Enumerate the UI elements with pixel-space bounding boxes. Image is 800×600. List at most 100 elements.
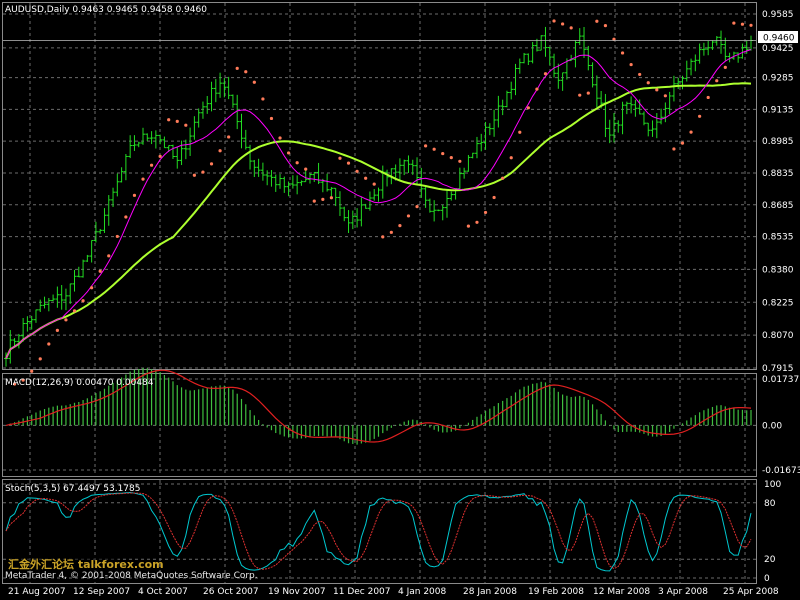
parabolic-sar-dot [38, 357, 42, 361]
parabolic-sar-dot [278, 136, 282, 140]
parabolic-sar-dot [398, 224, 402, 228]
parabolic-sar-dot [321, 197, 325, 201]
parabolic-sar-dot [218, 149, 222, 153]
parabolic-sar-dot [620, 51, 625, 55]
parabolic-sar-dot [304, 167, 308, 171]
parabolic-sar-dot [638, 72, 642, 77]
macd-tick-label: -0.01673 [762, 466, 800, 476]
parabolic-sar-dot [518, 130, 522, 134]
parabolic-sar-dot [389, 230, 393, 234]
parabolic-sar-dot [680, 141, 685, 145]
parabolic-sar-dot [209, 162, 214, 166]
parabolic-sar-dot [663, 94, 667, 98]
parabolic-sar-dot [338, 156, 342, 160]
date-tick-label: 4 Jan 2008 [398, 587, 446, 597]
parabolic-sar-dot [552, 19, 556, 23]
stoch-tick-label: 80 [764, 499, 776, 509]
parabolic-sar-dot [569, 26, 573, 30]
parabolic-sar-dot [149, 163, 154, 167]
parabolic-sar-dot [90, 286, 94, 290]
parabolic-sar-dot [732, 21, 736, 25]
parabolic-sar-dot [64, 318, 68, 322]
price-tick-label: 0.8070 [762, 331, 794, 341]
parabolic-sar-dot [492, 195, 496, 200]
price-tick-label: 0.8225 [762, 298, 794, 308]
parabolic-sar-dot [184, 123, 188, 127]
parabolic-sar-dot [603, 24, 608, 28]
parabolic-sar-dot [629, 62, 633, 67]
parabolic-sar-dot [235, 66, 239, 70]
price-tick-label: 0.8985 [762, 137, 794, 147]
parabolic-sar-dot [158, 154, 162, 158]
parabolic-sar-dot [578, 93, 582, 97]
parabolic-sar-dot [646, 81, 650, 85]
price-tick-label: 0.9135 [762, 105, 794, 115]
parabolic-sar-dot [227, 135, 231, 139]
parabolic-sar-dot [30, 369, 34, 373]
date-tick-label: 26 Oct 2007 [203, 587, 259, 597]
parabolic-sar-dot [167, 118, 171, 122]
parabolic-sar-dot [98, 269, 102, 273]
parabolic-sar-dot [441, 151, 445, 156]
price-tick-label: 0.8535 [762, 233, 794, 243]
parabolic-sar-dot [509, 156, 513, 160]
parabolic-sar-dot [141, 177, 145, 181]
parabolic-sar-dot [543, 72, 548, 76]
parabolic-sar-dot [415, 205, 419, 209]
parabolic-sar-dot [535, 87, 539, 91]
price-tick-label: 0.7915 [762, 364, 794, 374]
date-tick-label: 3 Apr 2008 [658, 587, 708, 597]
date-tick-label: 19 Feb 2008 [528, 587, 584, 597]
parabolic-sar-dot [355, 169, 359, 173]
parabolic-sar-dot [192, 173, 196, 177]
macd-pane-title: MACD(12,26,9) 0.00470 0.00484 [5, 378, 154, 388]
parabolic-sar-dot [372, 182, 376, 186]
date-tick-label: 4 Oct 2007 [138, 587, 188, 597]
parabolic-sar-dot [115, 234, 119, 239]
parabolic-sar-dot [47, 342, 51, 346]
price-tick-label: 0.8685 [762, 201, 794, 211]
macd-tick-label: 0.00 [762, 421, 782, 431]
parabolic-sar-dot [672, 147, 676, 151]
parabolic-sar-dot [723, 65, 727, 69]
date-tick-label: 12 Mar 2008 [593, 587, 650, 597]
parabolic-sar-dot [715, 79, 719, 83]
parabolic-sar-dot [483, 210, 488, 215]
parabolic-sar-dot [261, 97, 265, 101]
parabolic-sar-dot [381, 235, 385, 239]
parabolic-sar-dot [595, 19, 599, 23]
parabolic-sar-dot [81, 299, 85, 303]
parabolic-sar-dot [312, 199, 316, 203]
stoch-tick-label: 20 [764, 555, 776, 565]
parabolic-sar-dot [706, 95, 710, 100]
price-tick-label: 0.8380 [762, 265, 794, 275]
chart-canvas[interactable]: 0.9585 0.9425 0.9285 0.9135 0.8985 0.8835 0.86… [0, 0, 800, 600]
date-tick-label: 28 Jan 2008 [463, 587, 517, 597]
parabolic-sar-dot [244, 70, 248, 74]
parabolic-sar-dot [466, 224, 471, 228]
date-tick-label: 21 Aug 2007 [8, 587, 66, 597]
parabolic-sar-dot [132, 193, 137, 197]
parabolic-sar-dot [124, 215, 128, 219]
parabolic-sar-dot [107, 254, 111, 258]
parabolic-sar-dot [269, 116, 274, 121]
parabolic-sar-dot [432, 147, 436, 151]
parabolic-sar-dot [561, 22, 565, 26]
parabolic-sar-dot [423, 144, 428, 148]
parabolic-sar-dot [740, 22, 745, 26]
parabolic-sar-dot [286, 151, 291, 155]
price-tick-label: 0.9425 [762, 44, 794, 54]
parabolic-sar-dot [689, 130, 693, 134]
parabolic-sar-dot [475, 220, 479, 224]
date-tick-label: 25 Apr 2008 [723, 587, 779, 597]
watermark-logo: 汇金外汇论坛 talkforex.com [6, 556, 164, 572]
macd-tick-label: 0.01737 [762, 375, 799, 385]
parabolic-sar-dot [526, 106, 530, 110]
parabolic-sar-dot [698, 114, 702, 118]
price-tick-label: 0.8835 [762, 169, 794, 179]
copyright-text: MetaTrader 4, © 2001-2008 MetaQuotes Sof… [5, 571, 258, 581]
parabolic-sar-dot [72, 309, 77, 313]
stoch-pane-title: Stoch(5,3,5) 67.4497 53.1785 [5, 484, 140, 494]
parabolic-sar-dot [586, 91, 590, 95]
parabolic-sar-dot [458, 159, 462, 163]
